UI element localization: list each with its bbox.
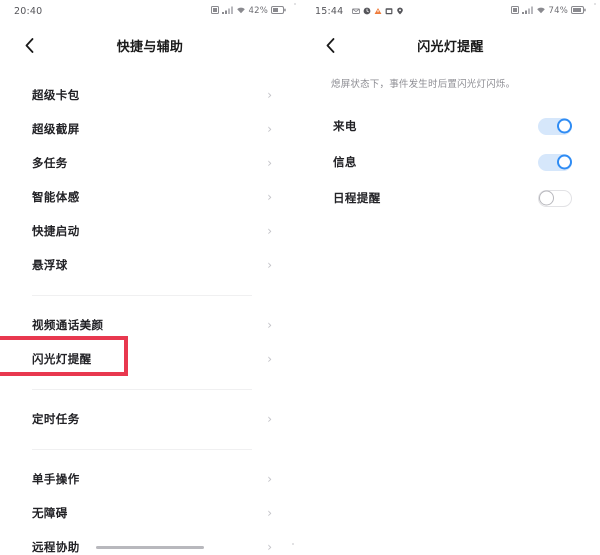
toggle-knob — [557, 154, 572, 170]
left-nav-bar: 快捷与辅助 — [0, 22, 300, 68]
battery-icon — [571, 5, 586, 17]
list-item-label: 快捷启动 — [32, 224, 80, 238]
sim-icon — [510, 5, 519, 17]
back-chevron-icon[interactable] — [319, 34, 341, 56]
toggle-message[interactable] — [538, 153, 572, 171]
sidebar-item-multitask[interactable]: 多任务 › — [0, 146, 300, 180]
sidebar-item-flash-light-reminder[interactable]: 闪光灯提醒 › — [0, 342, 300, 376]
notification-icons-group — [352, 7, 404, 15]
battery-percent-label: 42% — [248, 6, 268, 16]
toggle-knob — [557, 118, 572, 134]
status-clock: 20:40 — [14, 5, 43, 17]
toggle-knob — [539, 190, 554, 206]
group-divider — [0, 282, 300, 308]
page-title: 快捷与辅助 — [116, 39, 184, 55]
screen-corner-dot — [294, 3, 296, 5]
sim-icon — [210, 5, 219, 17]
right-nav-bar: 闪光灯提醒 — [301, 22, 600, 68]
list-item-label: 定时任务 — [32, 412, 80, 426]
list-item-label: 远程协助 — [32, 540, 80, 554]
chevron-right-icon: › — [267, 540, 272, 554]
wifi-icon — [536, 6, 546, 17]
status-bar-left-group: 15:44 — [315, 6, 404, 17]
clock-icon — [363, 7, 371, 15]
left-phone-screen: 20:40 42% 快捷与辅助 超级卡包 › 超级截屏 › 多任务 › 智能体感… — [0, 0, 300, 555]
list-top-spacer — [0, 68, 300, 78]
calendar-icon — [385, 7, 393, 15]
chevron-right-icon: › — [267, 258, 272, 272]
sidebar-item-floating-ball[interactable]: 悬浮球 › — [0, 248, 300, 282]
status-clock: 15:44 — [315, 5, 344, 17]
sidebar-item-quick-launch[interactable]: 快捷启动 › — [0, 214, 300, 248]
chevron-right-icon: › — [267, 352, 272, 366]
setting-label: 来电 — [333, 119, 357, 134]
status-bar-left-group: 20:40 — [14, 6, 42, 17]
chevron-right-icon: › — [267, 88, 272, 102]
list-item-label: 悬浮球 — [32, 258, 68, 272]
sidebar-item-super-screenshot[interactable]: 超级截屏 › — [0, 112, 300, 146]
setting-label: 信息 — [333, 155, 357, 170]
wifi-icon — [236, 6, 246, 17]
battery-percent-label: 74% — [548, 6, 568, 16]
left-status-bar: 20:40 42% — [0, 0, 300, 22]
group-divider — [0, 436, 300, 462]
chevron-right-icon: › — [267, 122, 272, 136]
setting-row-calendar-reminder[interactable]: 日程提醒 — [301, 180, 600, 216]
home-indicator[interactable] — [96, 546, 204, 549]
page-title: 闪光灯提醒 — [417, 39, 484, 55]
chevron-right-icon: › — [267, 224, 272, 238]
sidebar-item-accessibility[interactable]: 无障碍 › — [0, 496, 300, 530]
list-item-label: 超级卡包 — [32, 88, 80, 102]
chevron-right-icon: › — [267, 472, 272, 486]
chevron-right-icon: › — [267, 156, 272, 170]
list-item-label: 智能体感 — [32, 190, 80, 204]
list-item-label: 闪光灯提醒 — [32, 352, 92, 366]
screen-corner-dot-bottom — [292, 543, 294, 545]
chevron-right-icon: › — [267, 190, 272, 204]
right-phone-screen: 15:44 74% 闪光灯提醒 熄屏状态下，事件发生时后置闪光灯闪烁。 来电 信… — [300, 0, 600, 555]
sidebar-item-scheduled-task[interactable]: 定时任务 › — [0, 402, 300, 436]
mail-icon — [352, 7, 361, 15]
status-bar-right-group: 42% — [210, 5, 287, 17]
battery-icon — [271, 5, 286, 17]
toggle-calendar-reminder[interactable] — [538, 189, 572, 207]
sidebar-item-one-hand-mode[interactable]: 单手操作 › — [0, 462, 300, 496]
alert-icon — [374, 7, 382, 15]
back-chevron-icon[interactable] — [18, 34, 40, 56]
group-divider — [0, 376, 300, 402]
toggle-incoming-call[interactable] — [538, 117, 572, 135]
sidebar-item-video-call-beauty[interactable]: 视频通话美颜 › — [0, 308, 300, 342]
right-status-bar: 15:44 74% — [301, 0, 600, 22]
list-item-label: 多任务 — [32, 156, 68, 170]
description-text: 熄屏状态下，事件发生时后置闪光灯闪烁。 — [331, 79, 516, 90]
list-item-label: 单手操作 — [32, 472, 80, 486]
settings-list: 超级卡包 › 超级截屏 › 多任务 › 智能体感 › 快捷启动 › 悬浮球 › — [0, 68, 300, 555]
signal-icon — [521, 6, 533, 17]
highlighted-item-wrapper: 闪光灯提醒 › — [0, 336, 300, 376]
setting-row-incoming-call[interactable]: 来电 — [301, 108, 600, 144]
screen-corner-dot — [594, 3, 596, 5]
location-icon — [396, 7, 404, 15]
list-item-label: 超级截屏 — [32, 122, 80, 136]
sidebar-item-remote-assistance[interactable]: 远程协助 › — [0, 530, 300, 555]
sidebar-item-smart-motion[interactable]: 智能体感 › — [0, 180, 300, 214]
sidebar-item-super-card-package[interactable]: 超级卡包 › — [0, 78, 300, 112]
chevron-right-icon: › — [267, 506, 272, 520]
status-bar-right-group: 74% — [510, 5, 587, 17]
list-item-label: 视频通话美颜 — [32, 318, 104, 332]
chevron-right-icon: › — [267, 318, 272, 332]
setting-row-message[interactable]: 信息 — [301, 144, 600, 180]
signal-icon — [221, 6, 233, 17]
list-item-label: 无障碍 — [32, 506, 68, 520]
setting-label: 日程提醒 — [333, 191, 381, 206]
dual-screenshot-container: 20:40 42% 快捷与辅助 超级卡包 › 超级截屏 › 多任务 › 智能体感… — [0, 0, 600, 555]
chevron-right-icon: › — [267, 412, 272, 426]
